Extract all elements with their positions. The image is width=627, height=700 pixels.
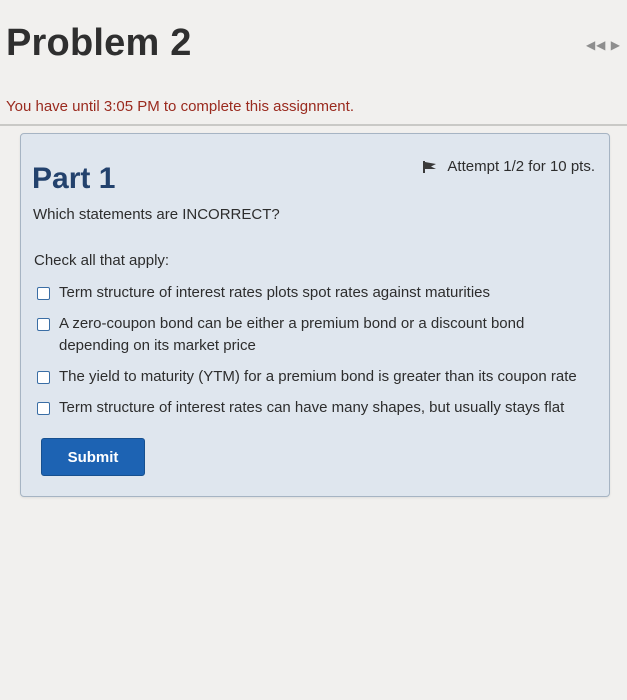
flag-icon [423, 160, 437, 173]
attempt-info: Attempt 1/2 for 10 pts. [423, 158, 595, 175]
part-title: Part 1 [32, 162, 116, 195]
answer-option-label: Term structure of interest rates plots s… [59, 284, 491, 301]
checkbox-icon[interactable] [37, 402, 50, 415]
checkbox-icon[interactable] [37, 318, 50, 331]
instructions-text: Check all that apply: [34, 252, 170, 269]
next-problem-icon[interactable]: ▶ [611, 38, 621, 52]
answer-option-label: The yield to maturity (YTM) for a premiu… [59, 368, 577, 385]
deadline-notice: You have until 3:05 PM to complete this … [6, 98, 354, 115]
checkbox-icon[interactable] [37, 287, 50, 300]
page-title: Problem 2 [6, 22, 192, 64]
submit-button[interactable]: Submit [41, 438, 145, 476]
attempt-label: Attempt 1/2 for 10 pts. [447, 158, 595, 175]
answer-option[interactable]: The yield to maturity (YTM) for a premiu… [37, 366, 597, 388]
question-card: Part 1 Attempt 1/2 for 10 pts. Which sta… [20, 133, 610, 497]
answer-option[interactable]: Term structure of interest rates plots s… [37, 282, 597, 304]
answer-option[interactable]: Term structure of interest rates can hav… [37, 397, 597, 419]
question-text: Which statements are INCORRECT? [33, 206, 280, 223]
answer-option-label: A zero-coupon bond can be either a premi… [59, 315, 525, 354]
previous-problem-icon[interactable]: ◀◀ [586, 38, 606, 52]
answer-option-label: Term structure of interest rates can hav… [59, 399, 565, 416]
answer-options: Term structure of interest rates plots s… [37, 282, 597, 428]
divider [0, 124, 627, 126]
checkbox-icon[interactable] [37, 371, 50, 384]
answer-option[interactable]: A zero-coupon bond can be either a premi… [37, 313, 597, 357]
problem-navigation: ◀◀ ▶ [586, 38, 621, 52]
